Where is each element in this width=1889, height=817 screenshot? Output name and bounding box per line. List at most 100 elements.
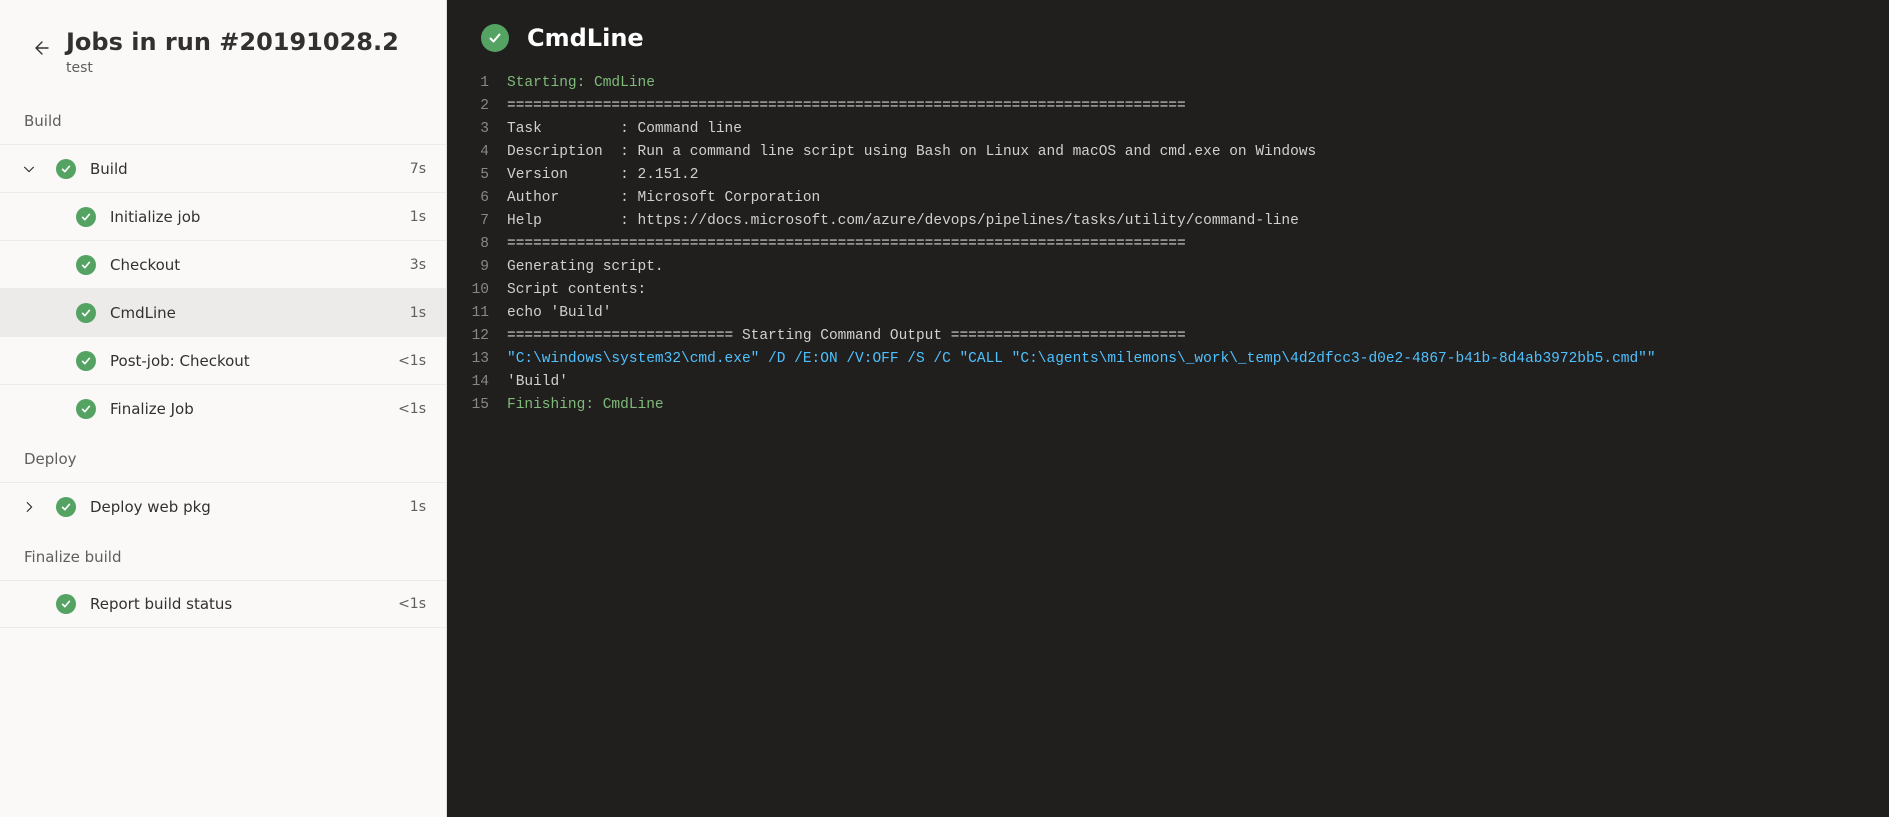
log-line-text: Starting: CmdLine — [507, 72, 1889, 95]
step-row[interactable]: Checkout3s — [0, 240, 446, 288]
log-line-number: 14 — [447, 371, 507, 394]
log-line: 8=======================================… — [447, 233, 1889, 256]
log-line-number: 7 — [447, 210, 507, 233]
log-line-number: 10 — [447, 279, 507, 302]
job-duration: 7s — [410, 161, 426, 177]
log-line-text: ========================== Starting Comm… — [507, 325, 1889, 348]
log-line-number: 12 — [447, 325, 507, 348]
check-icon — [80, 355, 92, 367]
success-icon — [56, 497, 76, 517]
log-line-text: Description : Run a command line script … — [507, 141, 1889, 164]
success-icon — [76, 207, 96, 227]
log-line: 12========================== Starting Co… — [447, 325, 1889, 348]
arrow-left-icon — [30, 38, 50, 58]
log-line: 10Script contents: — [447, 279, 1889, 302]
page-subtitle: test — [66, 60, 399, 76]
log-line-number: 11 — [447, 302, 507, 325]
expand-toggle[interactable] — [22, 500, 56, 514]
log-body[interactable]: 1Starting: CmdLine2=====================… — [447, 72, 1889, 457]
job-row[interactable]: Build7s — [0, 144, 446, 192]
success-icon — [56, 159, 76, 179]
job-row[interactable]: Report build status<1s — [0, 580, 446, 628]
log-line: 9Generating script. — [447, 256, 1889, 279]
log-header: CmdLine — [447, 0, 1889, 72]
check-icon — [60, 501, 72, 513]
success-icon — [76, 399, 96, 419]
success-icon — [76, 351, 96, 371]
log-line: 4Description : Run a command line script… — [447, 141, 1889, 164]
success-icon — [76, 255, 96, 275]
step-duration: 1s — [410, 305, 426, 321]
log-line-number: 2 — [447, 95, 507, 118]
check-icon — [80, 211, 92, 223]
log-line-number: 4 — [447, 141, 507, 164]
stage-heading: Deploy — [0, 432, 446, 482]
log-line-text: 'Build' — [507, 371, 1889, 394]
step-label: CmdLine — [110, 304, 410, 322]
check-icon — [60, 598, 72, 610]
step-label: Initialize job — [110, 208, 410, 226]
step-duration: 1s — [410, 209, 426, 225]
success-icon — [76, 303, 96, 323]
job-duration: <1s — [398, 596, 426, 612]
log-line-number: 8 — [447, 233, 507, 256]
log-line-text: Author : Microsoft Corporation — [507, 187, 1889, 210]
log-line: 3Task : Command line — [447, 118, 1889, 141]
step-label: Finalize Job — [110, 400, 398, 418]
log-line: 11echo 'Build' — [447, 302, 1889, 325]
stage-heading: Finalize build — [0, 530, 446, 580]
log-line-number: 1 — [447, 72, 507, 95]
chevron-right-icon — [22, 500, 36, 514]
log-line: 6Author : Microsoft Corporation — [447, 187, 1889, 210]
log-line: 15Finishing: CmdLine — [447, 394, 1889, 417]
jobs-sidebar: Jobs in run #20191028.2 test BuildBuild7… — [0, 0, 447, 817]
step-row[interactable]: Finalize Job<1s — [0, 384, 446, 432]
log-line-number: 13 — [447, 348, 507, 371]
step-status-icon — [481, 24, 509, 52]
log-line: 1Starting: CmdLine — [447, 72, 1889, 95]
job-label: Build — [90, 160, 410, 178]
step-duration: 3s — [410, 257, 426, 273]
step-duration: <1s — [398, 353, 426, 369]
log-line-text: Generating script. — [507, 256, 1889, 279]
step-row[interactable]: Initialize job1s — [0, 192, 446, 240]
log-line-text: Help : https://docs.microsoft.com/azure/… — [507, 210, 1889, 233]
expand-toggle[interactable] — [22, 162, 56, 176]
check-icon — [80, 259, 92, 271]
log-line-text: ========================================… — [507, 233, 1889, 256]
log-line: 13"C:\windows\system32\cmd.exe" /D /E:ON… — [447, 348, 1889, 371]
step-duration: <1s — [398, 401, 426, 417]
log-line-text: Finishing: CmdLine — [507, 394, 1889, 417]
success-icon — [56, 594, 76, 614]
log-line-number: 3 — [447, 118, 507, 141]
log-line-text: Version : 2.151.2 — [507, 164, 1889, 187]
log-line-text: "C:\windows\system32\cmd.exe" /D /E:ON /… — [507, 348, 1889, 371]
back-button[interactable] — [24, 32, 56, 64]
log-line: 7Help : https://docs.microsoft.com/azure… — [447, 210, 1889, 233]
job-label: Report build status — [90, 595, 398, 613]
step-row[interactable]: Post-job: Checkout<1s — [0, 336, 446, 384]
stage-heading: Build — [0, 94, 446, 144]
log-line-number: 6 — [447, 187, 507, 210]
sidebar-header: Jobs in run #20191028.2 test — [0, 0, 446, 94]
check-icon — [80, 403, 92, 415]
check-icon — [60, 163, 72, 175]
log-line: 14'Build' — [447, 371, 1889, 394]
step-row[interactable]: CmdLine1s — [0, 288, 446, 336]
check-icon — [487, 30, 503, 46]
log-line: 5Version : 2.151.2 — [447, 164, 1889, 187]
log-line-number: 5 — [447, 164, 507, 187]
check-icon — [80, 307, 92, 319]
log-line-text: Task : Command line — [507, 118, 1889, 141]
log-line-text: Script contents: — [507, 279, 1889, 302]
log-line-number: 9 — [447, 256, 507, 279]
chevron-down-icon — [22, 162, 36, 176]
log-line: 2=======================================… — [447, 95, 1889, 118]
page-title: Jobs in run #20191028.2 — [66, 28, 399, 56]
job-row[interactable]: Deploy web pkg1s — [0, 482, 446, 530]
log-line-text: echo 'Build' — [507, 302, 1889, 325]
log-line-number: 15 — [447, 394, 507, 417]
step-label: Checkout — [110, 256, 410, 274]
log-line-text: ========================================… — [507, 95, 1889, 118]
log-title: CmdLine — [527, 24, 644, 52]
